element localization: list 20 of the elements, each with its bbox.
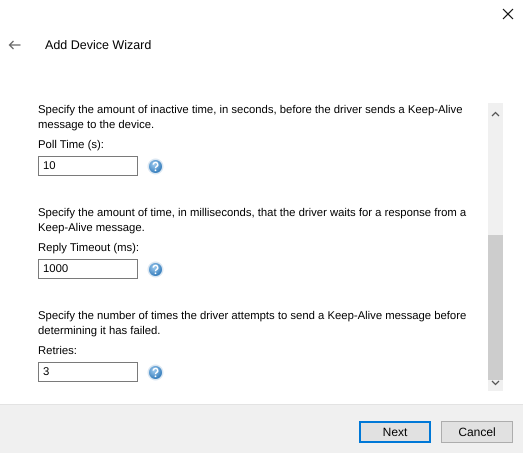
close-icon[interactable]: [502, 8, 514, 20]
input-field[interactable]: 1000: [38, 259, 138, 279]
window-title: Add Device Wizard: [45, 38, 152, 52]
scroll-down-icon[interactable]: [491, 380, 500, 386]
cancel-button[interactable]: Cancel: [441, 421, 513, 443]
input-field[interactable]: 10: [38, 156, 138, 176]
scrollbar[interactable]: [488, 103, 503, 391]
field-label: Poll Time (s):: [38, 139, 105, 151]
back-icon[interactable]: [8, 40, 21, 50]
next-button[interactable]: Next: [359, 421, 431, 443]
setting-description: Specify the amount of inactive time, in seconds, before the driver sends a Keep-Alive message to the device.: [38, 103, 464, 133]
input-field[interactable]: 3: [38, 362, 138, 382]
scroll-up-icon[interactable]: [491, 111, 500, 117]
help-icon[interactable]: [147, 364, 164, 380]
field-label: Retries:: [38, 345, 78, 357]
help-icon[interactable]: [147, 260, 164, 278]
setting-description: Specify the amount of time, in milliseconds, that the driver waits for a response from a Keep-Alive message.: [38, 206, 468, 236]
help-icon[interactable]: [147, 158, 164, 174]
field-label: Reply Timeout (ms):: [38, 242, 140, 254]
setting-description: Specify the number of times the driver attempts to send a Keep-Alive message before determining it has failed.: [38, 309, 468, 339]
